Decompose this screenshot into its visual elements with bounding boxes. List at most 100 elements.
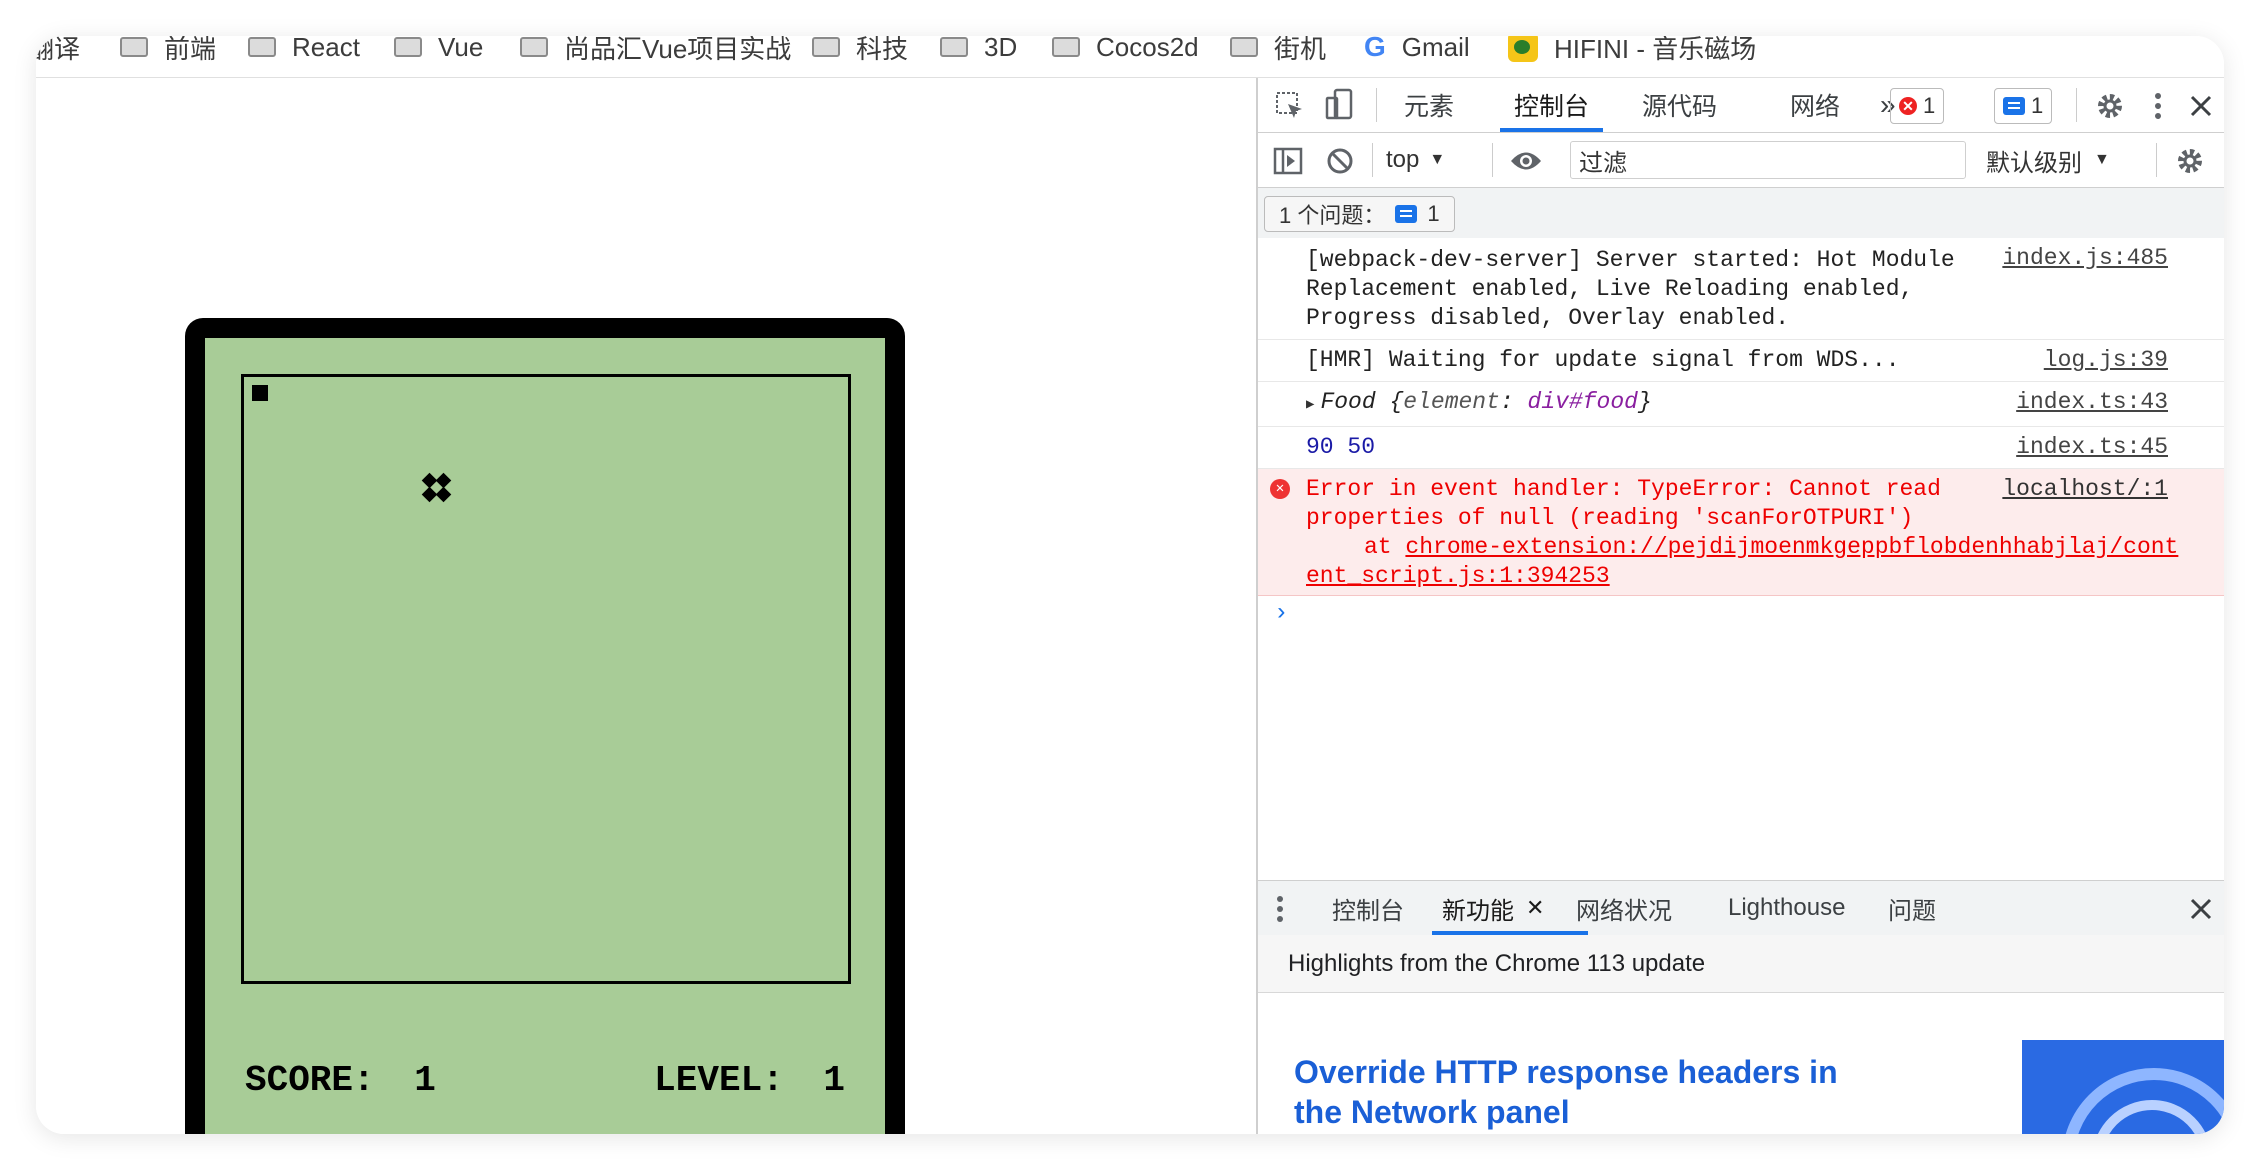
close-tab-icon[interactable]: ✕ <box>1526 895 1544 921</box>
bookmark-label: Cocos2d <box>1096 36 1199 62</box>
stack-trace-link[interactable]: chrome-extension://pejdijmoenmkgeppbflob… <box>1306 534 2178 589</box>
device-toolbar-icon[interactable] <box>1324 88 1356 122</box>
bookmark-shangpinhui[interactable]: 尚品汇Vue项目实战 <box>520 36 791 67</box>
drawer-tab-whats-new[interactable]: 新功能 ✕ <box>1431 881 1590 935</box>
folder-icon <box>1052 37 1080 57</box>
bookmark-cocos2d[interactable]: Cocos2d <box>1052 36 1199 67</box>
folder-icon <box>812 37 840 57</box>
google-icon: G <box>1364 36 1386 62</box>
console-prompt[interactable]: › <box>1258 596 2224 636</box>
score-label: SCORE: <box>245 1060 375 1101</box>
feature-image <box>2022 1040 2224 1134</box>
bookmark-label: Vue <box>438 36 484 62</box>
bookmark-label: 翻译 <box>36 36 81 64</box>
more-options-icon[interactable] <box>2148 90 2168 122</box>
folder-icon <box>940 37 968 57</box>
folder-icon <box>248 37 276 57</box>
snake-game: SCORE: 1 LEVEL: 1 <box>185 318 905 1134</box>
devtools-panel: 元素 控制台 源代码 网络 » ✕ 1 1 top ▼ 过滤 默认级别 ▼ 1 … <box>1256 78 2224 1134</box>
console-settings-gear-icon[interactable] <box>2174 145 2206 177</box>
bookmark-label: 科技 <box>856 36 909 64</box>
settings-gear-icon[interactable] <box>2094 90 2126 122</box>
whats-new-header: Highlights from the Chrome 113 update <box>1258 935 2224 993</box>
error-icon: ✕ <box>1270 479 1290 499</box>
source-link[interactable]: localhost/:1 <box>2002 475 2168 504</box>
bookmark-hifini[interactable]: HIFINI - 音乐磁场 <box>1508 36 1756 67</box>
console-log-entry: [HMR] Waiting for update signal from WDS… <box>1258 340 2224 382</box>
bookmark-tech[interactable]: 科技 <box>812 36 908 67</box>
drawer-tab-lighthouse[interactable]: Lighthouse <box>1728 881 1845 935</box>
folder-icon <box>520 37 548 57</box>
bookmark-react[interactable]: React <box>248 36 360 67</box>
filter-input[interactable]: 过滤 <box>1570 141 1966 179</box>
score-panel: SCORE: 1 LEVEL: 1 <box>245 1060 845 1101</box>
devtools-main-toolbar: 元素 控制台 源代码 网络 » ✕ 1 1 <box>1258 78 2224 133</box>
message-icon <box>2003 97 2025 115</box>
food <box>421 472 452 503</box>
source-link[interactable]: index.js:485 <box>2002 244 2168 273</box>
clear-console-icon[interactable] <box>1324 145 1356 177</box>
level-label: LEVEL: <box>654 1060 784 1101</box>
source-link[interactable]: log.js:39 <box>2044 346 2168 375</box>
tab-network[interactable]: 网络 <box>1790 78 1840 132</box>
console-log-entry: 90 50 index.ts:45 <box>1258 427 2224 469</box>
error-count-badge[interactable]: ✕ 1 <box>1890 88 1945 124</box>
context-selector[interactable]: top ▼ <box>1386 141 1445 179</box>
level-value: 1 <box>823 1060 845 1101</box>
close-drawer-icon[interactable] <box>2186 893 2216 925</box>
folder-icon <box>120 37 148 57</box>
bookmark-3d[interactable]: 3D <box>940 36 1017 67</box>
page-viewport: SCORE: 1 LEVEL: 1 <box>36 78 1256 1134</box>
whats-new-body: Override HTTP response headers in the Ne… <box>1258 994 2224 1134</box>
error-icon: ✕ <box>1899 97 1917 115</box>
folder-icon <box>1230 37 1258 57</box>
bookmark-label: Gmail <box>1401 36 1470 62</box>
console-log-entry[interactable]: ▶ Food {element: div#food} index.ts:43 <box>1258 382 2224 427</box>
drawer-menu-icon[interactable] <box>1272 893 1288 925</box>
feature-link[interactable]: Override HTTP response headers in the Ne… <box>1294 1052 1894 1132</box>
tab-elements[interactable]: 元素 <box>1404 78 1454 132</box>
drawer-tab-network-conditions[interactable]: 网络状况 <box>1576 881 1672 935</box>
folder-icon <box>394 37 422 57</box>
inspect-element-icon[interactable] <box>1274 90 1306 122</box>
live-expression-eye-icon[interactable] <box>1506 145 1546 177</box>
source-link[interactable]: index.ts:45 <box>2016 433 2168 462</box>
log-level-select[interactable]: 默认级别 ▼ <box>1986 141 2110 179</box>
score-value: 1 <box>414 1060 436 1101</box>
bookmark-label: 3D <box>984 36 1018 62</box>
score: SCORE: 1 <box>245 1060 436 1101</box>
tab-sources[interactable]: 源代码 <box>1642 78 1717 132</box>
tab-console[interactable]: 控制台 <box>1499 78 1604 132</box>
sidebar-toggle-icon[interactable] <box>1272 145 1304 177</box>
bookmark-label: HIFINI - 音乐磁场 <box>1554 36 1757 64</box>
dropdown-arrow-icon: ▼ <box>1429 151 1446 168</box>
bookmark-gmail[interactable]: G Gmail <box>1364 36 1470 67</box>
bookmark-translate[interactable]: 翻译 <box>36 36 80 67</box>
bookmarks-bar: 翻译 前端 React Vue 尚品汇Vue项目实战 科技 3D Cocos2 <box>36 36 2224 78</box>
console-log-entry: [webpack-dev-server] Server started: Hot… <box>1258 238 2224 340</box>
bookmark-label: 尚品汇Vue项目实战 <box>564 36 792 64</box>
issues-bar: 1 个问题： 1 <box>1258 188 2224 239</box>
drawer-tab-issues[interactable]: 问题 <box>1888 881 1936 935</box>
browser-window: 翻译 前端 React Vue 尚品汇Vue项目实战 科技 3D Cocos2 <box>36 36 2224 1134</box>
level: LEVEL: 1 <box>654 1060 845 1101</box>
console-filter-bar: top ▼ 过滤 默认级别 ▼ <box>1258 133 2224 188</box>
snake-head <box>252 385 268 401</box>
close-devtools-icon[interactable] <box>2186 90 2216 122</box>
bookmark-label: 街机 <box>1274 36 1327 64</box>
prompt-chevron-icon: › <box>1274 600 1289 627</box>
expand-triangle-icon[interactable]: ▶ <box>1306 397 1314 413</box>
bookmark-frontend[interactable]: 前端 <box>120 36 216 67</box>
drawer-tab-console[interactable]: 控制台 <box>1332 881 1404 935</box>
hifini-icon <box>1508 36 1538 62</box>
console-output: [webpack-dev-server] Server started: Hot… <box>1258 238 2224 760</box>
issues-button[interactable]: 1 个问题： 1 <box>1264 196 1455 232</box>
console-error-entry: ✕ Error in event handler: TypeError: Can… <box>1258 469 2224 596</box>
bookmark-vue[interactable]: Vue <box>394 36 483 67</box>
bookmark-label: 前端 <box>164 36 217 64</box>
bookmark-arcade[interactable]: 街机 <box>1230 36 1326 67</box>
message-count-badge[interactable]: 1 <box>1994 88 2053 124</box>
source-link[interactable]: index.ts:43 <box>2016 388 2168 417</box>
message-icon <box>1395 205 1418 223</box>
bookmark-label: React <box>292 36 360 62</box>
